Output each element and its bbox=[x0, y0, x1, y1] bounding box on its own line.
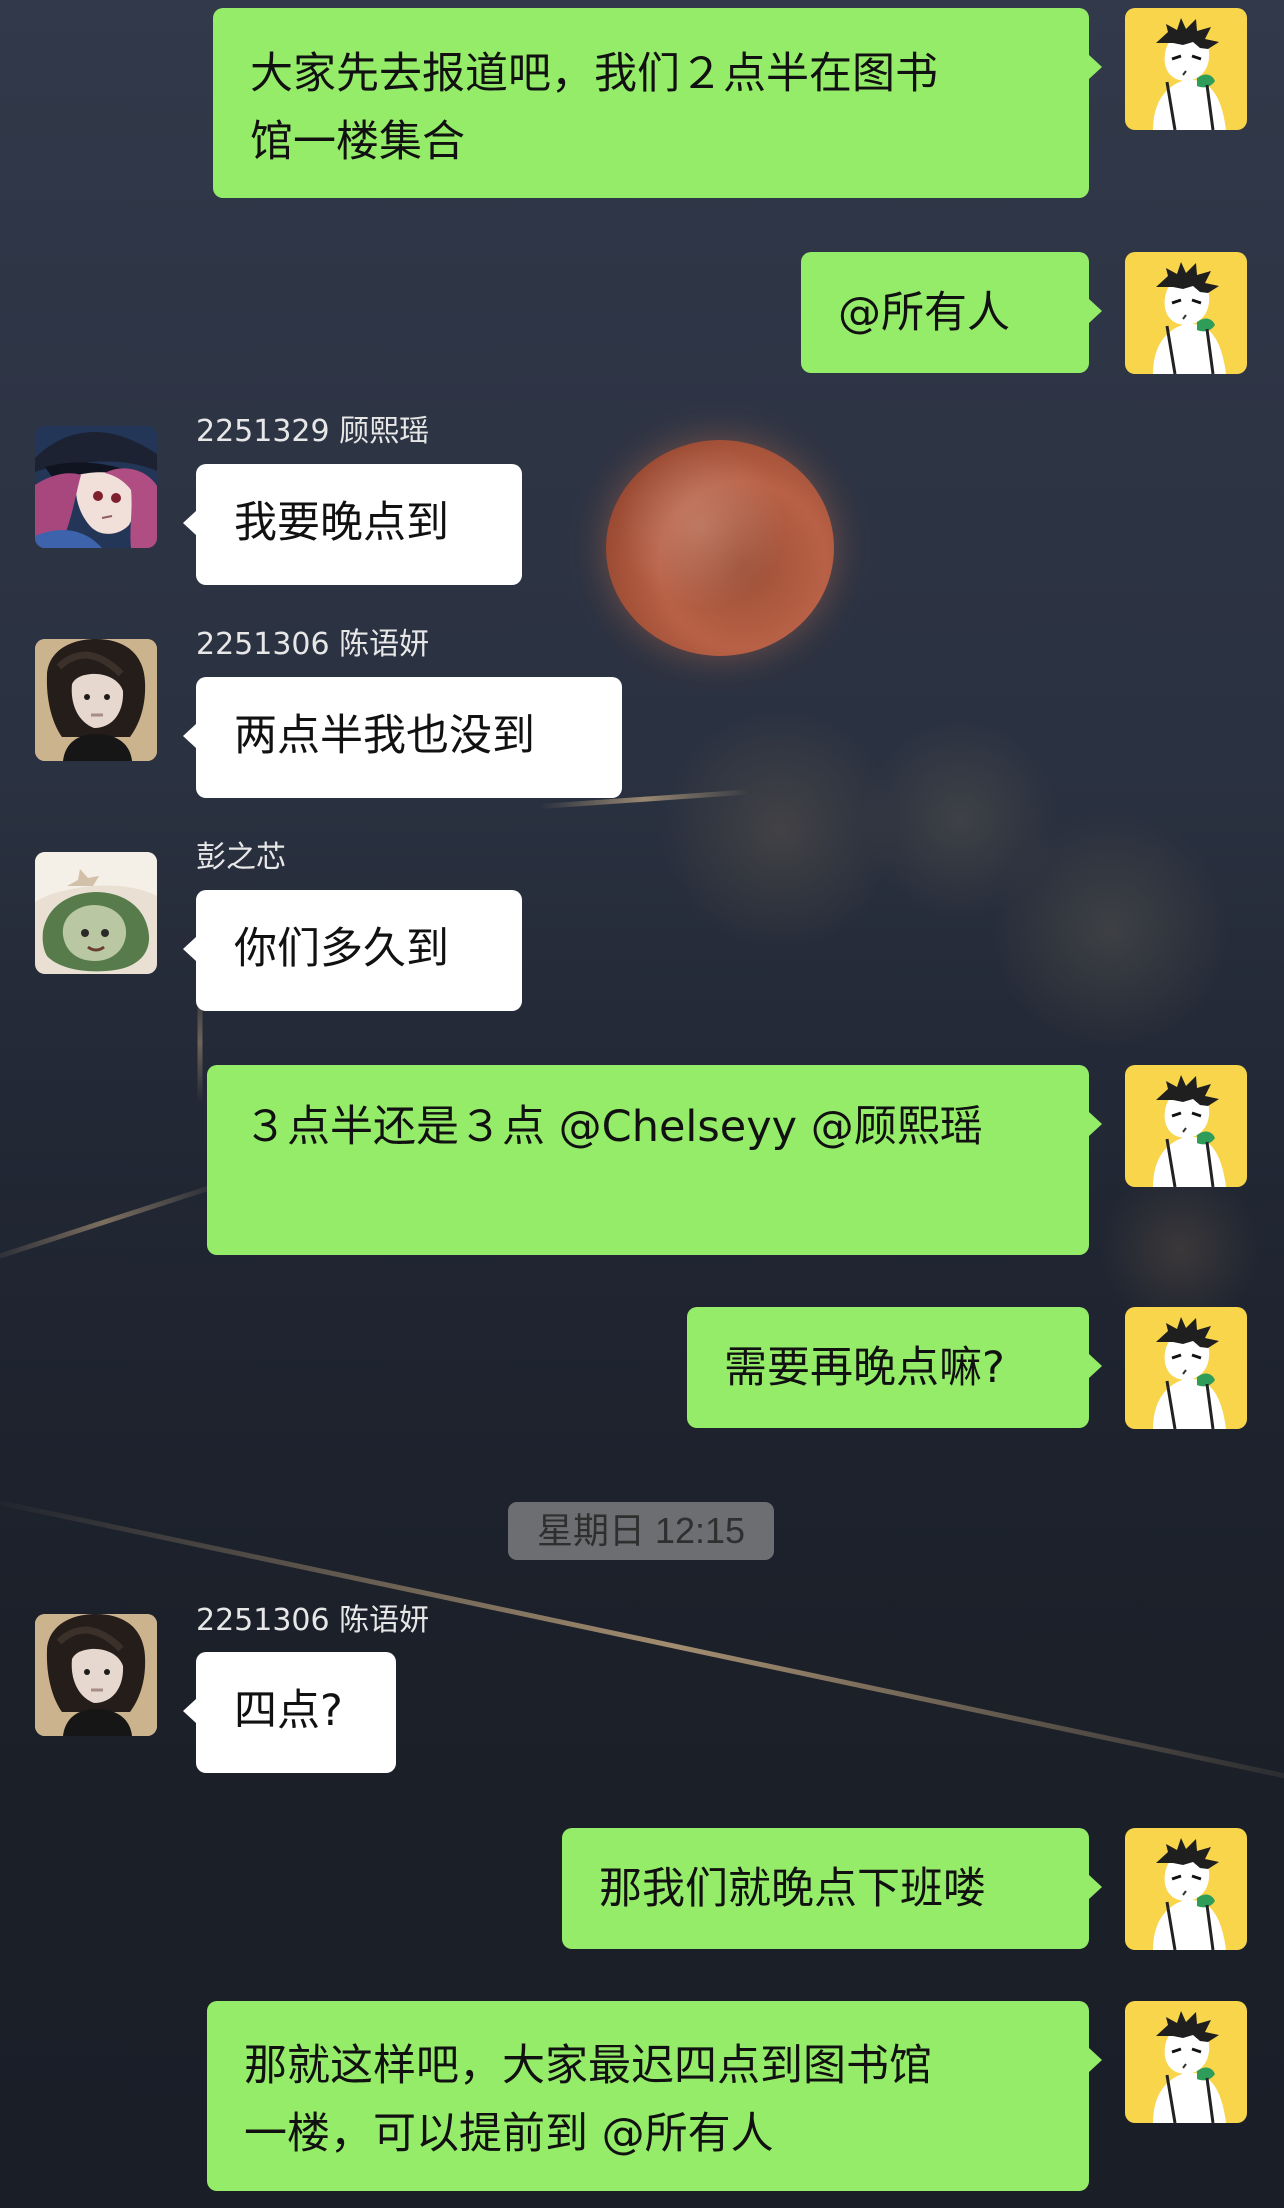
self-avatar[interactable] bbox=[1125, 252, 1247, 374]
incoming-message-bubble[interactable]: 我要晚点到 bbox=[183, 464, 522, 585]
anime-character-avatar-icon bbox=[35, 426, 157, 548]
incoming-message-bubble[interactable]: 你们多久到 bbox=[183, 890, 522, 1011]
plush-toy-avatar-icon bbox=[35, 852, 157, 974]
anime-character-avatar-icon bbox=[1125, 2001, 1247, 2123]
anime-character-avatar-icon bbox=[1125, 8, 1247, 130]
self-avatar[interactable] bbox=[1125, 1307, 1247, 1429]
outgoing-message-bubble[interactable]: @所有人 bbox=[801, 252, 1102, 373]
sender-name: 2251306 陈语妍 bbox=[196, 627, 430, 662]
sender-name: 彭之芯 bbox=[196, 840, 286, 875]
incoming-message-bubble[interactable]: 两点半我也没到 bbox=[183, 677, 622, 798]
self-avatar[interactable] bbox=[1125, 1065, 1247, 1187]
self-avatar[interactable] bbox=[1125, 2001, 1247, 2123]
outgoing-message-bubble[interactable]: 那就这样吧，大家最迟四点到图书馆 一楼，可以提前到 @所有人 bbox=[207, 2001, 1102, 2191]
sender-name: 2251329 顾熙瑶 bbox=[196, 414, 430, 449]
outgoing-message-bubble[interactable]: ３点半还是３点 @Chelseyy @顾熙瑶 bbox=[207, 1065, 1102, 1255]
person-photo-avatar-icon bbox=[35, 639, 157, 761]
sender-avatar[interactable] bbox=[35, 852, 157, 974]
outgoing-message-bubble[interactable]: 需要再晚点嘛? bbox=[687, 1307, 1102, 1428]
anime-character-avatar-icon bbox=[1125, 1307, 1247, 1429]
anime-character-avatar-icon bbox=[1125, 1065, 1247, 1187]
outgoing-message-bubble[interactable]: 大家先去报道吧，我们２点半在图书 馆一楼集合 bbox=[213, 8, 1102, 198]
self-avatar[interactable] bbox=[1125, 1828, 1247, 1950]
outgoing-message-bubble[interactable]: 那我们就晚点下班喽 bbox=[562, 1828, 1102, 1949]
sender-avatar[interactable] bbox=[35, 1614, 157, 1736]
sender-name: 2251306 陈语妍 bbox=[196, 1603, 430, 1638]
sender-avatar[interactable] bbox=[35, 426, 157, 548]
timestamp-badge: 星期日 12:15 bbox=[508, 1502, 774, 1560]
person-photo-avatar-icon bbox=[35, 1614, 157, 1736]
self-avatar[interactable] bbox=[1125, 8, 1247, 130]
sender-avatar[interactable] bbox=[35, 639, 157, 761]
incoming-message-bubble[interactable]: 四点? bbox=[183, 1652, 396, 1773]
anime-character-avatar-icon bbox=[1125, 1828, 1247, 1950]
anime-character-avatar-icon bbox=[1125, 252, 1247, 374]
